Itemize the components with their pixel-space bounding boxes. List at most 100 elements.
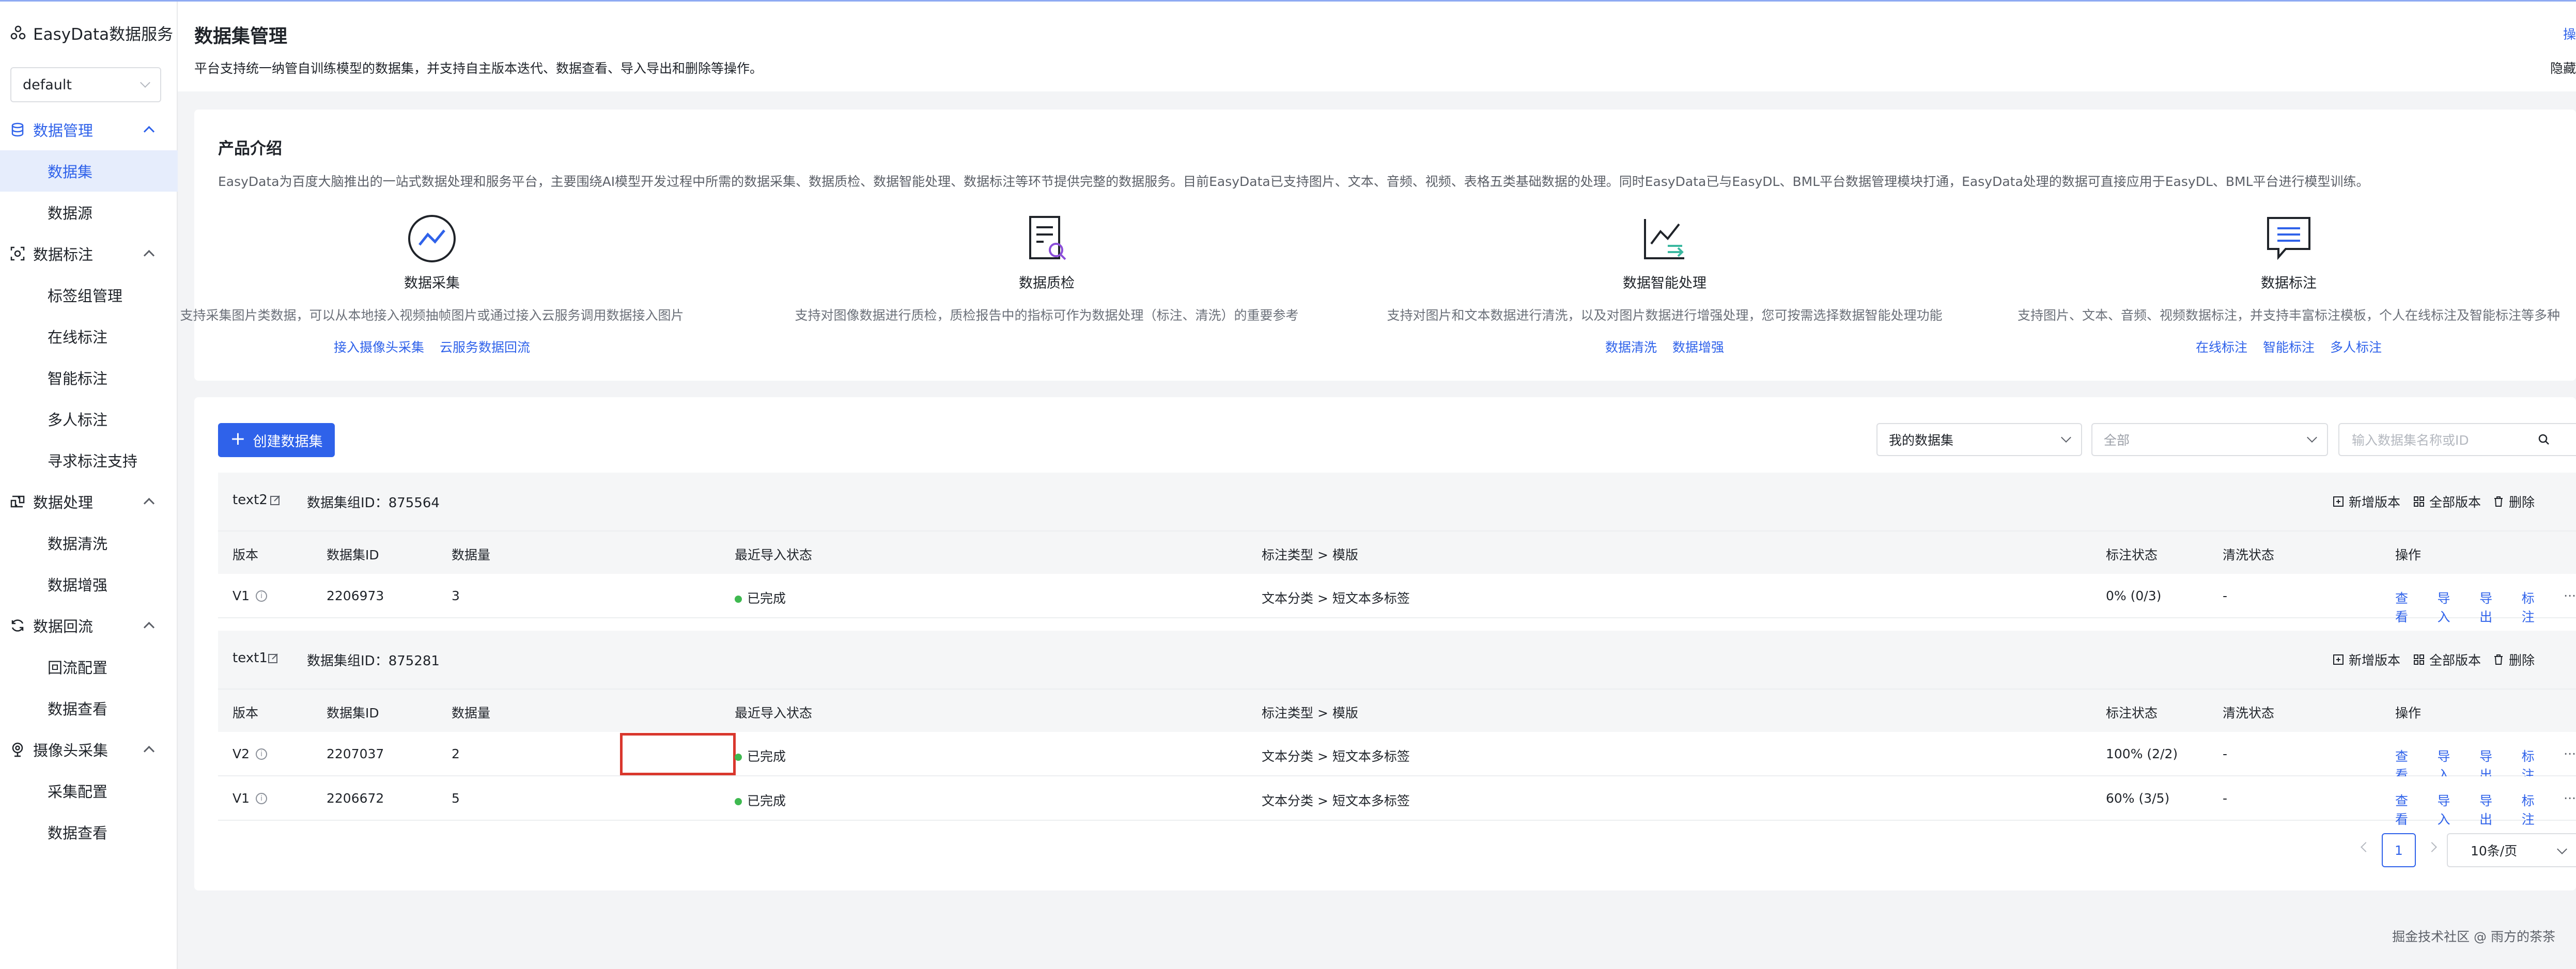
- workspace-value: default: [23, 76, 72, 93]
- chevron-up-icon: [143, 497, 155, 509]
- add-version-icon: [2333, 654, 2344, 665]
- status-dot-icon: [735, 798, 742, 805]
- delete-group-button[interactable]: 删除: [2492, 650, 2535, 669]
- nav-group-label: 数据回流: [33, 618, 94, 635]
- database-icon: [11, 122, 24, 137]
- brand[interactable]: EasyData数据服务: [10, 21, 173, 44]
- import-status-cell: 已完成: [735, 791, 786, 809]
- sidebar-item-datasets[interactable]: 数据集: [0, 150, 178, 192]
- info-icon[interactable]: i: [256, 590, 268, 602]
- prev-page-icon[interactable]: [2361, 842, 2371, 852]
- feature-smart-processing: 数据智能处理 支持对图片和文本数据进行清洗，以及对图片数据进行增强处理，您可按需…: [1349, 213, 1980, 356]
- chevron-up-icon: [143, 745, 155, 757]
- export-link[interactable]: 导出: [2479, 791, 2505, 828]
- sidebar-item-annotation-support[interactable]: 寻求标注支持: [0, 440, 178, 481]
- dataset-list-card: + 创建数据集 我的数据集 全部 输入数据集名称或ID text2 数据集组ID…: [194, 397, 2576, 890]
- row-actions: 查看 导入 导出 标注 ···: [2395, 588, 2576, 626]
- nav-group-backflow[interactable]: 数据回流: [0, 605, 178, 646]
- nav-group-processing[interactable]: 数据处理: [0, 481, 178, 522]
- annotate-link[interactable]: 标注: [2522, 588, 2548, 626]
- more-icon[interactable]: ···: [2564, 791, 2576, 828]
- column-header: 清洗状态: [2223, 548, 2275, 562]
- sidebar-item-data-cleaning[interactable]: 数据清洗: [0, 522, 178, 564]
- more-icon[interactable]: ···: [2564, 588, 2576, 626]
- import-status-text: 已完成: [747, 591, 786, 606]
- grid-icon: [2414, 654, 2424, 665]
- import-link[interactable]: 导入: [2438, 791, 2463, 828]
- sidebar-item-backflow-config[interactable]: 回流配置: [0, 646, 178, 687]
- feature-links: 数据清洗 数据增强: [1349, 337, 1980, 356]
- add-version-button[interactable]: 新增版本: [2332, 492, 2400, 511]
- label-status-cell: 100% (2/2): [2106, 746, 2178, 761]
- nav-group-camera[interactable]: 摄像头采集: [0, 729, 178, 770]
- add-version-icon: [2333, 496, 2344, 507]
- search-icon[interactable]: [2538, 433, 2550, 446]
- link-online-annotation[interactable]: 在线标注: [2196, 337, 2247, 356]
- sidebar-item-backflow-view[interactable]: 数据查看: [0, 687, 178, 729]
- edit-icon[interactable]: [268, 652, 279, 664]
- feature-description: 支持对图像数据进行质检，质检报告中的指标可作为数据处理（标注、清洗）的重要参考: [795, 308, 1299, 323]
- plus-icon: +: [230, 428, 246, 449]
- sidebar-item-capture-view[interactable]: 数据查看: [0, 811, 178, 853]
- trash-icon: [2494, 496, 2503, 507]
- page-size-select[interactable]: 10条/页: [2447, 833, 2576, 867]
- count-cell: 5: [452, 791, 460, 806]
- all-versions-button[interactable]: 全部版本: [2413, 650, 2481, 669]
- dataset-group-text2: text2 数据集组ID：875564 新增版本 全部版本 删除 版本 数据集I…: [218, 473, 2576, 624]
- create-dataset-button[interactable]: + 创建数据集: [218, 423, 335, 457]
- row-actions: 查看 导入 导出 标注 ···: [2395, 791, 2576, 828]
- column-header: 版本: [232, 706, 259, 721]
- owner-filter-select[interactable]: 我的数据集: [1876, 423, 2082, 456]
- highlight-box: [620, 733, 736, 775]
- column-header: 数据量: [452, 548, 491, 562]
- view-link[interactable]: 查看: [2395, 791, 2421, 828]
- sidebar-item-capture-config[interactable]: 采集配置: [0, 770, 178, 811]
- edit-icon[interactable]: [270, 494, 281, 506]
- table-header: 版本 数据集ID 数据量 最近导入状态 标注类型 > 模版 标注状态 清洗状态 …: [218, 530, 2576, 574]
- group-header: text2 数据集组ID：875564 新增版本 全部版本 删除: [218, 473, 2576, 530]
- version-cell: V2 i: [232, 746, 268, 761]
- export-link[interactable]: 导出: [2479, 588, 2505, 626]
- table-row: V1 i 2206973 3 已完成 文本分类 > 短文本多标签 0% (0/3)…: [218, 574, 2576, 624]
- import-link[interactable]: 导入: [2438, 588, 2463, 626]
- brand-name: EasyData数据服务: [33, 25, 174, 44]
- annotate-link[interactable]: 标注: [2522, 791, 2548, 828]
- link-smart-annotation[interactable]: 智能标注: [2263, 337, 2315, 356]
- link-multi-annotation[interactable]: 多人标注: [2330, 337, 2382, 356]
- link-data-cleaning[interactable]: 数据清洗: [1605, 337, 1657, 356]
- info-icon[interactable]: i: [256, 748, 268, 760]
- hide-intro-link[interactable]: 隐藏: [2550, 58, 2576, 77]
- camera-icon: [12, 742, 23, 757]
- link-camera-capture[interactable]: 接入摄像头采集: [334, 337, 424, 356]
- type-cell: 文本分类 > 短文本多标签: [1262, 749, 1410, 764]
- type-filter-select[interactable]: 全部: [2091, 423, 2328, 456]
- add-version-button[interactable]: 新增版本: [2332, 650, 2400, 669]
- import-status-text: 已完成: [747, 793, 786, 808]
- nav-group-data-management[interactable]: 数据管理: [0, 109, 178, 150]
- all-versions-button[interactable]: 全部版本: [2413, 492, 2481, 511]
- version-cell: V1 i: [232, 791, 268, 806]
- feature-description: 支持对图片和文本数据进行清洗，以及对图片数据进行增强处理，您可按需选择数据智能处…: [1387, 308, 1943, 323]
- next-page-icon[interactable]: [2427, 842, 2437, 852]
- chevron-down-icon: [2061, 432, 2071, 443]
- status-dot-icon: [735, 754, 742, 761]
- view-link[interactable]: 查看: [2395, 588, 2421, 626]
- search-input[interactable]: 输入数据集名称或ID: [2338, 423, 2576, 456]
- chevron-down-icon: [2307, 432, 2317, 443]
- operation-guide-link[interactable]: 操: [2563, 24, 2576, 43]
- delete-group-button[interactable]: 删除: [2492, 492, 2535, 511]
- delete-label: 删除: [2509, 653, 2535, 668]
- workspace-select[interactable]: default: [10, 67, 161, 102]
- page-number-button[interactable]: 1: [2382, 833, 2416, 867]
- annotation-icon: [10, 246, 25, 261]
- sidebar-item-smart-annotation[interactable]: 智能标注: [0, 357, 178, 398]
- sidebar-item-multi-annotation[interactable]: 多人标注: [0, 398, 178, 440]
- link-cloud-backflow[interactable]: 云服务数据回流: [440, 337, 530, 356]
- info-icon[interactable]: i: [256, 792, 268, 804]
- sidebar-item-data-augmentation[interactable]: 数据增强: [0, 564, 178, 605]
- column-header: 操作: [2395, 706, 2422, 721]
- clean-status-cell: -: [2223, 791, 2228, 806]
- nav-group-label: 摄像头采集: [33, 742, 108, 759]
- link-data-augmentation[interactable]: 数据增强: [1672, 337, 1724, 356]
- column-header: 最近导入状态: [735, 706, 813, 721]
